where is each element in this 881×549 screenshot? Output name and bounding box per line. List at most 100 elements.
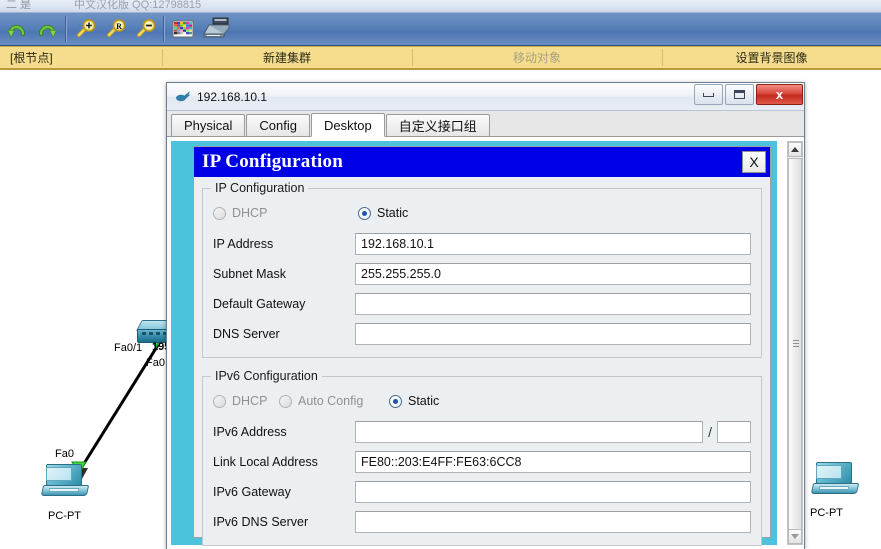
breadcrumb-root[interactable]: [根节点] (0, 47, 162, 68)
ipv6-group: IPv6 Configuration DHCP Auto Config Stat… (202, 369, 762, 546)
device-window[interactable]: 192.168.10.1 x Physical Config Desktop 自… (166, 82, 805, 549)
breadcrumb-move-object: 移动对象 (412, 47, 662, 68)
device-window-title: 192.168.10.1 (197, 89, 268, 104)
undo-icon (7, 25, 25, 38)
switch-port (142, 332, 146, 335)
ipv6-static-radio[interactable]: Static (389, 394, 439, 408)
print-icon (203, 17, 230, 38)
undo-button[interactable] (2, 14, 32, 44)
default-gateway-label: Default Gateway (213, 297, 306, 311)
zoom-reset-icon: R (107, 19, 126, 37)
pc-screen (816, 465, 842, 479)
ipv6-dhcp-radio[interactable]: DHCP (213, 394, 279, 408)
link-local-address-input[interactable]: FE80::203:E4FF:FE63:6CC8 (355, 451, 751, 473)
ipv6-auto-config-radio[interactable]: Auto Config (279, 394, 389, 408)
zoom-out-button[interactable] (130, 14, 160, 44)
pc-left-icon[interactable] (40, 464, 90, 500)
print-button[interactable] (198, 14, 234, 44)
pc-right-icon[interactable] (810, 462, 860, 498)
minimize-icon (703, 92, 714, 97)
toolbar-separator-1 (65, 16, 67, 42)
desktop-vertical-scrollbar[interactable] (787, 141, 803, 545)
default-gateway-input[interactable] (355, 293, 751, 315)
tab-config[interactable]: Config (246, 114, 310, 136)
dns-server-row: DNS Server (213, 321, 751, 347)
switch-iface-label: Fa0/1 (114, 342, 143, 354)
redo-button[interactable] (32, 14, 62, 44)
palette-icon (172, 20, 194, 38)
maximize-button[interactable] (725, 84, 754, 105)
scrollbar-thumb[interactable] (788, 158, 802, 530)
ipv6-mode-radios: DHCP Auto Config Static (213, 391, 751, 411)
dialog-close-icon[interactable]: X (740, 149, 768, 175)
zoom-out-icon (137, 19, 156, 37)
ipv6-static-label: Static (408, 394, 440, 408)
ipv4-group: IP Configuration DHCP Static IP Address … (202, 181, 762, 358)
scroll-down-button[interactable] (788, 529, 802, 544)
radio-dot-icon (213, 206, 226, 220)
pc-left-label: PC-PT (48, 510, 81, 522)
zoom-in-icon (77, 19, 96, 37)
ipv6-auto-config-label: Auto Config (298, 394, 364, 408)
scroll-up-button[interactable] (788, 142, 802, 157)
device-window-titlebar[interactable]: 192.168.10.1 x (167, 83, 804, 111)
chevron-up-icon (791, 147, 799, 152)
tab-desktop[interactable]: Desktop (311, 113, 385, 137)
ipv6-gateway-input[interactable] (355, 481, 751, 503)
close-button[interactable]: x (756, 84, 803, 105)
svg-text:R: R (116, 22, 122, 31)
ipv4-static-label: Static (377, 206, 409, 220)
breadcrumb-set-background[interactable]: 设置背景图像 (662, 47, 881, 68)
radio-dot-icon (279, 394, 292, 408)
ipv6-address-label: IPv6 Address (213, 425, 287, 439)
ipv4-mode-radios: DHCP Static (213, 203, 751, 223)
pc-screen (46, 467, 72, 481)
zoom-reset-button[interactable]: R (100, 14, 130, 44)
ipv6-group-title: IPv6 Configuration (211, 369, 322, 383)
radio-dot-selected-icon (389, 394, 402, 408)
ip-address-input[interactable]: 192.168.10.1 (355, 233, 751, 255)
dns-server-label: DNS Server (213, 327, 280, 341)
chevron-down-icon (791, 534, 799, 539)
ip-configuration-dialog[interactable]: IP Configuration X IP Configuration DHCP… (193, 146, 771, 546)
ip-configuration-title: IP Configuration (202, 151, 343, 172)
switch-port (156, 332, 160, 335)
pc-left-iface-label: Fa0 (55, 448, 74, 460)
toolbar-separator-2 (163, 16, 165, 42)
ipv6-prefix-separator: / (708, 424, 712, 440)
link-local-address-label: Link Local Address (213, 455, 318, 469)
toolbar: R (0, 12, 881, 46)
ipv4-group-title: IP Configuration (211, 181, 309, 195)
window-controls: x (694, 83, 804, 107)
ipv4-dhcp-label: DHCP (232, 206, 268, 220)
ipv6-prefix-input[interactable] (717, 421, 751, 443)
subnet-mask-label: Subnet Mask (213, 267, 286, 281)
scrollbar-grip-icon (793, 340, 799, 348)
minimize-button[interactable] (694, 84, 723, 105)
breadcrumb-new-cluster[interactable]: 新建集群 (162, 47, 412, 68)
subnet-mask-row: Subnet Mask 255.255.255.0 (213, 261, 751, 287)
pc-keyboard (48, 488, 80, 492)
ipv6-gateway-label: IPv6 Gateway (213, 485, 291, 499)
subnet-mask-input[interactable]: 255.255.255.0 (355, 263, 751, 285)
zoom-in-button[interactable] (70, 14, 100, 44)
ipv4-static-radio[interactable]: Static (358, 206, 408, 220)
palette-button[interactable] (168, 14, 198, 44)
switch-port (149, 332, 153, 335)
ipv6-address-row: IPv6 Address / (213, 419, 751, 445)
tab-interfaces[interactable]: 自定义接口组 (385, 114, 490, 136)
ipv6-dhcp-label: DHCP (232, 394, 268, 408)
tab-physical[interactable]: Physical (171, 114, 246, 136)
pc-keyboard (818, 486, 850, 490)
ip-configuration-header: IP Configuration X (194, 147, 770, 177)
ipv4-dhcp-radio[interactable]: DHCP (213, 206, 358, 220)
ipv6-address-input[interactable] (355, 421, 704, 443)
ipv6-dns-server-input[interactable] (355, 511, 751, 533)
device-window-body: or IP Configuration X IP Configuration D… (167, 137, 804, 549)
dns-server-input[interactable] (355, 323, 751, 345)
switch-iface2-label: Fa0 (146, 357, 165, 369)
link-local-address-row: Link Local Address FE80::203:E4FF:FE63:6… (213, 449, 751, 475)
ip-address-row: IP Address 192.168.10.1 (213, 231, 751, 257)
ipv6-dns-server-label: IPv6 DNS Server (213, 515, 309, 529)
breadcrumb: [根节点] 新建集群 移动对象 设置背景图像 (0, 46, 881, 70)
